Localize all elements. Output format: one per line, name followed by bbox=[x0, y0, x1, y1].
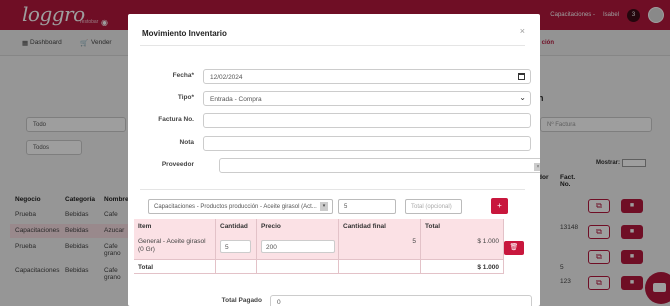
col-total: Total bbox=[421, 219, 504, 234]
cell-cantidad-final: 5 bbox=[339, 234, 421, 259]
total-empty bbox=[257, 259, 339, 274]
col-precio: Precio bbox=[257, 219, 339, 234]
cell-cantidad: 5 bbox=[216, 234, 257, 259]
total-label: Total bbox=[134, 259, 216, 274]
col-cantidad-final: Cantidad final bbox=[339, 219, 421, 234]
producto-value: Capacitaciones - Productos producción - … bbox=[154, 204, 317, 210]
total-empty bbox=[216, 259, 257, 274]
cell-precio: 200 bbox=[257, 234, 339, 259]
total-pagado-input[interactable]: 0 bbox=[270, 295, 532, 306]
clear-icon[interactable]: × bbox=[534, 163, 540, 171]
table-row: General - Aceite girasol (0 Gr) 5 200 5 … bbox=[134, 234, 534, 259]
cantidad-input[interactable]: 5 bbox=[338, 199, 396, 214]
tipo-value: Entrada - Compra bbox=[210, 96, 262, 103]
factura-field[interactable] bbox=[203, 113, 531, 128]
modal-title: Movimiento Inventario bbox=[142, 29, 227, 38]
fecha-label: Fecha* bbox=[172, 72, 194, 79]
movimiento-inventario-modal: Movimiento Inventario × Fecha* 12/02/202… bbox=[128, 14, 540, 306]
proveedor-select[interactable]: × bbox=[219, 158, 540, 173]
fecha-value: 12/02/2024 bbox=[210, 74, 243, 81]
calendar-icon[interactable] bbox=[518, 73, 525, 80]
add-item-button[interactable]: + bbox=[491, 198, 508, 214]
close-icon[interactable]: × bbox=[520, 26, 525, 36]
row-precio-input[interactable]: 200 bbox=[261, 240, 335, 253]
divider bbox=[140, 189, 525, 190]
factura-label: Factura No. bbox=[158, 116, 194, 123]
table-header-row: Item Cantidad Precio Cantidad final Tota… bbox=[134, 219, 534, 234]
tipo-label: Tipo* bbox=[177, 94, 194, 101]
total-pagado-label: Total Pagado bbox=[221, 297, 262, 304]
total-empty bbox=[339, 259, 421, 274]
tipo-select[interactable]: Entrada - Compra ⌄ bbox=[203, 91, 531, 106]
col-item: Item bbox=[134, 219, 216, 234]
producto-select[interactable]: Capacitaciones - Productos producción - … bbox=[148, 199, 333, 214]
proveedor-label: Proveedor bbox=[161, 161, 194, 168]
table-total-row: Total $ 1.000 bbox=[134, 259, 534, 274]
col-cantidad: Cantidad bbox=[216, 219, 257, 234]
chevron-down-icon: ⌄ bbox=[519, 93, 526, 102]
nota-label: Nota bbox=[179, 139, 194, 146]
total-value: $ 1.000 bbox=[421, 259, 504, 274]
row-cantidad-input[interactable]: 5 bbox=[220, 240, 251, 253]
total-input[interactable]: Total (opcional) bbox=[405, 199, 462, 214]
fecha-field[interactable]: 12/02/2024 bbox=[203, 69, 531, 84]
delete-item-button[interactable]: 🗑 bbox=[504, 241, 524, 255]
chevron-down-icon: ▾ bbox=[320, 202, 328, 211]
cell-item: General - Aceite girasol (0 Gr) bbox=[134, 234, 216, 259]
nota-field[interactable] bbox=[203, 136, 531, 151]
divider bbox=[140, 45, 525, 46]
cell-total: $ 1.000 bbox=[421, 234, 504, 259]
